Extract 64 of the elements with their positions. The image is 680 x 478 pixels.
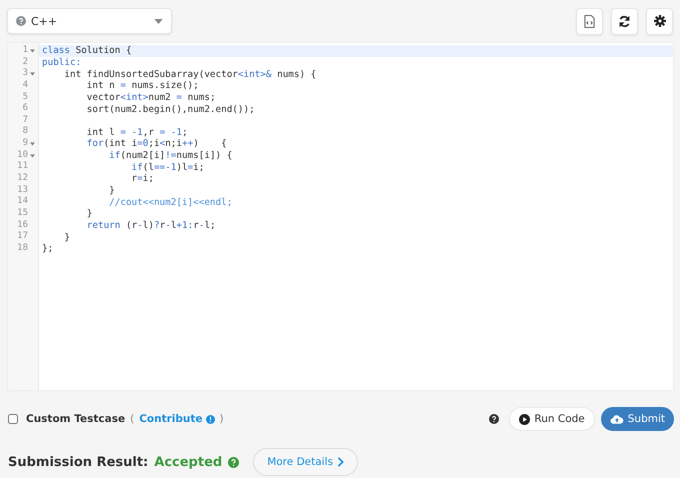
settings-button[interactable] <box>646 8 673 34</box>
line-number: 14 <box>17 196 28 208</box>
code-line: int n = nums.size(); <box>86 80 199 92</box>
code-line: } <box>63 232 70 243</box>
code-line: } <box>86 208 92 220</box>
fold-arrow-icon[interactable] <box>30 72 35 76</box>
code-line: vector<int>num2 = nums; <box>86 92 216 103</box>
code-file-button[interactable] <box>576 8 603 34</box>
paren-text: ) <box>220 413 224 425</box>
result-status: Accepted <box>154 454 222 470</box>
contribute-link[interactable]: Contribute <box>139 413 203 425</box>
line-number: 2 <box>22 56 28 68</box>
custom-testcase-checkbox[interactable] <box>8 414 18 424</box>
code-file-icon <box>584 14 595 28</box>
code-line: int findUnsortedSubarray(vector<int>& nums) { <box>63 68 316 80</box>
run-code-button[interactable]: Run Code <box>509 407 595 431</box>
line-number: 12 <box>17 173 28 185</box>
line-number: 18 <box>17 242 28 255</box>
info-icon <box>206 414 215 424</box>
code-line: if(l==-1)l=i; <box>130 162 204 173</box>
line-number: 13 <box>17 184 28 196</box>
line-number: 7 <box>22 114 28 126</box>
submission-result-label: Submission Result: <box>8 454 148 470</box>
line-number: 11 <box>17 161 28 173</box>
line-number: 8 <box>22 126 28 138</box>
custom-testcase-label: Custom Testcase <box>26 413 126 425</box>
fold-arrow-icon[interactable] <box>30 142 35 146</box>
submit-button[interactable]: Submit <box>600 407 674 431</box>
cloud-upload-icon <box>610 414 624 424</box>
line-number: 1 <box>22 45 28 57</box>
code-line: return (r-l)?r-l+1:r-l; <box>86 220 216 231</box>
line-number: 5 <box>22 92 28 103</box>
line-number: 17 <box>17 231 28 243</box>
code-line: int l = -1,r = -1; <box>86 126 188 138</box>
play-icon <box>519 414 530 424</box>
code-line: if(num2[i]!=nums[i]) { <box>108 150 232 162</box>
line-number: 15 <box>17 208 28 220</box>
code-line: sort(num2.begin(),num2.end()); <box>86 104 255 115</box>
code-line: public: <box>42 56 82 68</box>
code-line: } <box>108 185 115 196</box>
line-number: 4 <box>22 80 28 92</box>
chevron-right-icon <box>336 457 344 467</box>
line-number: 6 <box>22 103 28 115</box>
language-dropdown[interactable]: C++ <box>7 8 172 34</box>
code-line: for(int i=0;i<n;i++) { <box>86 138 227 150</box>
fold-arrow-icon[interactable] <box>30 154 35 158</box>
line-number: 9 <box>22 138 28 150</box>
line-number: 3 <box>22 68 28 80</box>
help-icon <box>16 16 26 26</box>
code-line: r=i; <box>130 173 154 184</box>
settings-icon <box>654 15 666 27</box>
language-value: C++ <box>31 14 58 28</box>
refresh-button[interactable] <box>611 8 638 34</box>
paren-text: ( <box>130 413 134 425</box>
more-details-button[interactable]: More Details <box>253 448 358 476</box>
code-line: }; <box>42 243 54 254</box>
line-number: 10 <box>17 150 28 162</box>
help-icon[interactable] <box>489 414 500 424</box>
code-line: //cout<<num2[i]<<endl; <box>108 196 232 208</box>
code-line: class Solution { <box>42 45 132 56</box>
line-number: 16 <box>17 220 28 232</box>
caret-icon <box>154 18 163 24</box>
fold-arrow-icon[interactable] <box>30 48 35 53</box>
refresh-icon <box>618 14 631 28</box>
